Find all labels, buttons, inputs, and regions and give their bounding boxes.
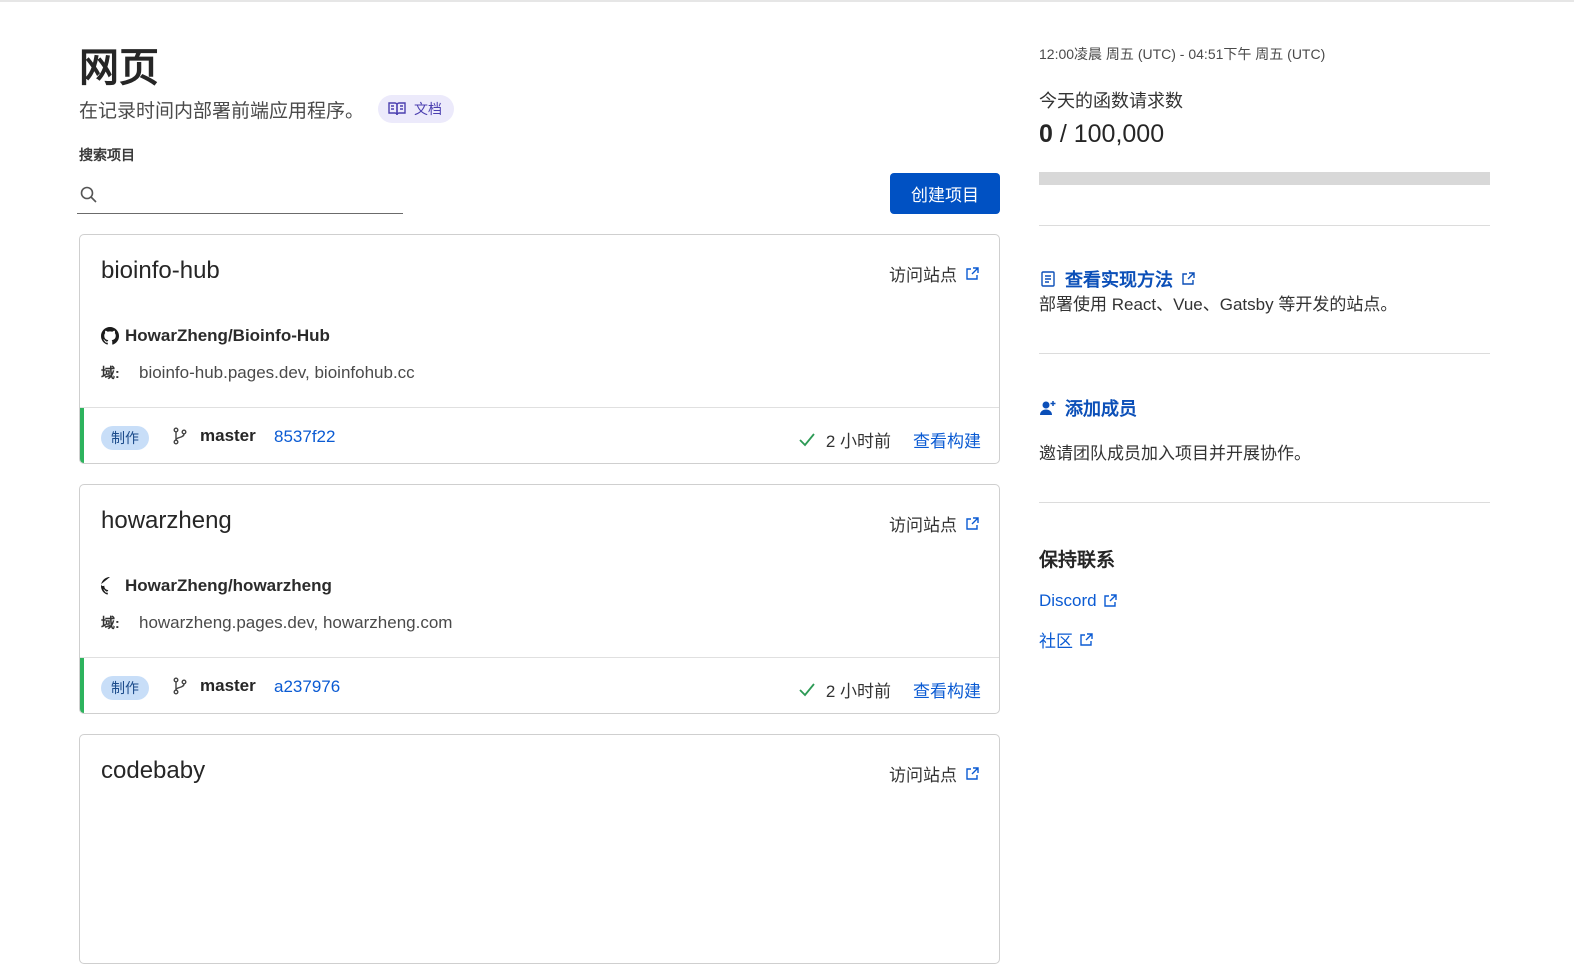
discord-label: Discord [1039, 591, 1097, 610]
view-build-link[interactable]: 查看构建 [913, 677, 981, 702]
search-field[interactable] [77, 176, 403, 214]
discord-link[interactable]: Discord [1039, 591, 1117, 611]
community-link[interactable]: 社区 [1039, 627, 1093, 652]
add-member-label: 添加成员 [1065, 399, 1137, 419]
environment-badge: 制作 [101, 426, 149, 450]
community-label: 社区 [1039, 632, 1073, 651]
usage-time-range: 12:00凌晨 周五 (UTC) - 04:51下午 周五 (UTC) [1039, 46, 1326, 62]
deployment-row: 制作 master 8537f22 2 小时前 查看构建 [80, 407, 999, 463]
view-build-link[interactable]: 查看构建 [913, 427, 981, 452]
visit-site-label: 访问站点 [889, 516, 957, 535]
contact-title: 保持联系 [1039, 550, 1116, 571]
add-member-description: 邀请团队成员加入项目并开展协作。 [1039, 444, 1311, 463]
branch: master [172, 676, 256, 696]
docs-link[interactable]: 文档 [378, 95, 455, 123]
project-name[interactable]: codebaby [101, 757, 205, 785]
external-link-icon [966, 766, 979, 780]
usage-limit: 100,000 [1073, 120, 1165, 148]
domains-label: 域: [101, 615, 120, 631]
visit-site-link[interactable]: 访问站点 [889, 511, 979, 536]
deployment-row: 制作 master a237976 2 小时前 查看构建 [80, 657, 999, 713]
page-subtitle: 在记录时间内部署前端应用程序。 [79, 100, 365, 122]
deployment-status-bar [80, 408, 84, 463]
search-label: 搜索项目 [79, 147, 135, 163]
external-link-icon [966, 266, 979, 280]
commit-hash[interactable]: a237976 [274, 677, 340, 697]
top-border [0, 0, 1574, 2]
branch-name: master [200, 676, 256, 695]
external-link-icon [1182, 272, 1195, 285]
divider [1039, 353, 1490, 354]
deployment-time: 2 小时前 [825, 432, 891, 451]
usage-count: 0 / 100,000 [1039, 120, 1164, 149]
add-member-link[interactable]: 添加成员 [1039, 395, 1137, 421]
search-icon [80, 186, 97, 203]
project-name[interactable]: bioinfo-hub [101, 257, 220, 285]
deployment-status-bar [80, 658, 84, 713]
check-icon [799, 682, 815, 696]
repo-row: HowarZheng/Bioinfo-Hub [101, 326, 330, 346]
add-user-icon [1040, 401, 1056, 415]
branch: master [172, 426, 256, 446]
external-link-icon [1080, 632, 1093, 646]
repo-name[interactable]: HowarZheng/Bioinfo-Hub [125, 326, 330, 346]
domains-label: 域: [101, 365, 120, 381]
project-name[interactable]: howarzheng [101, 507, 232, 535]
guide-description: 部署使用 React、Vue、Gatsby 等开发的站点。 [1039, 295, 1398, 314]
branch-name: master [200, 426, 256, 445]
branch-icon [173, 677, 187, 695]
check-icon [799, 432, 815, 446]
search-input[interactable] [107, 179, 403, 210]
guide-link[interactable]: 查看实现方法 [1039, 266, 1195, 292]
divider [1039, 502, 1490, 503]
project-card: bioinfo-hub 访问站点 HowarZheng/Bioinfo-Hub … [79, 234, 1000, 464]
repo-name[interactable]: HowarZheng/howarzheng [125, 576, 332, 596]
deployment-status: 2 小时前 [798, 427, 891, 452]
deployment-status: 2 小时前 [798, 677, 891, 702]
create-project-button[interactable]: 创建项目 [890, 173, 1000, 214]
visit-site-label: 访问站点 [889, 266, 957, 285]
guide-link-label: 查看实现方法 [1065, 270, 1173, 290]
domains-row: 域: bioinfo-hub.pages.dev, bioinfohub.cc [101, 363, 415, 383]
environment-badge: 制作 [101, 676, 149, 700]
repo-row: HowarZheng/howarzheng [101, 576, 332, 596]
project-card: codebaby 访问站点 [79, 734, 1000, 964]
external-link-icon [1103, 594, 1117, 607]
visit-site-link[interactable]: 访问站点 [889, 761, 979, 786]
book-icon [388, 102, 406, 116]
usage-progress-bar [1039, 172, 1490, 185]
external-link-icon [966, 516, 979, 530]
deployment-time: 2 小时前 [825, 682, 891, 701]
divider [1039, 225, 1490, 226]
domains-value: bioinfo-hub.pages.dev, bioinfohub.cc [139, 363, 415, 382]
branch-icon [173, 427, 187, 445]
github-icon [101, 327, 119, 345]
subtitle-row: 在记录时间内部署前端应用程序。 文档 [79, 95, 455, 123]
commit-hash[interactable]: 8537f22 [274, 427, 335, 447]
docs-label: 文档 [414, 101, 443, 117]
visit-site-link[interactable]: 访问站点 [889, 261, 979, 286]
usage-used: 0 [1039, 120, 1053, 148]
usage-separator: / [1052, 120, 1074, 148]
page-title: 网页 [79, 46, 159, 90]
github-icon [101, 577, 110, 595]
document-icon [1041, 271, 1055, 287]
domains-value: howarzheng.pages.dev, howarzheng.com [139, 613, 453, 632]
visit-site-label: 访问站点 [889, 766, 957, 785]
domains-row: 域: howarzheng.pages.dev, howarzheng.com [101, 613, 452, 633]
project-card: howarzheng 访问站点 HowarZheng/howarzheng 域:… [79, 484, 1000, 714]
usage-label: 今天的函数请求数 [1039, 91, 1183, 111]
